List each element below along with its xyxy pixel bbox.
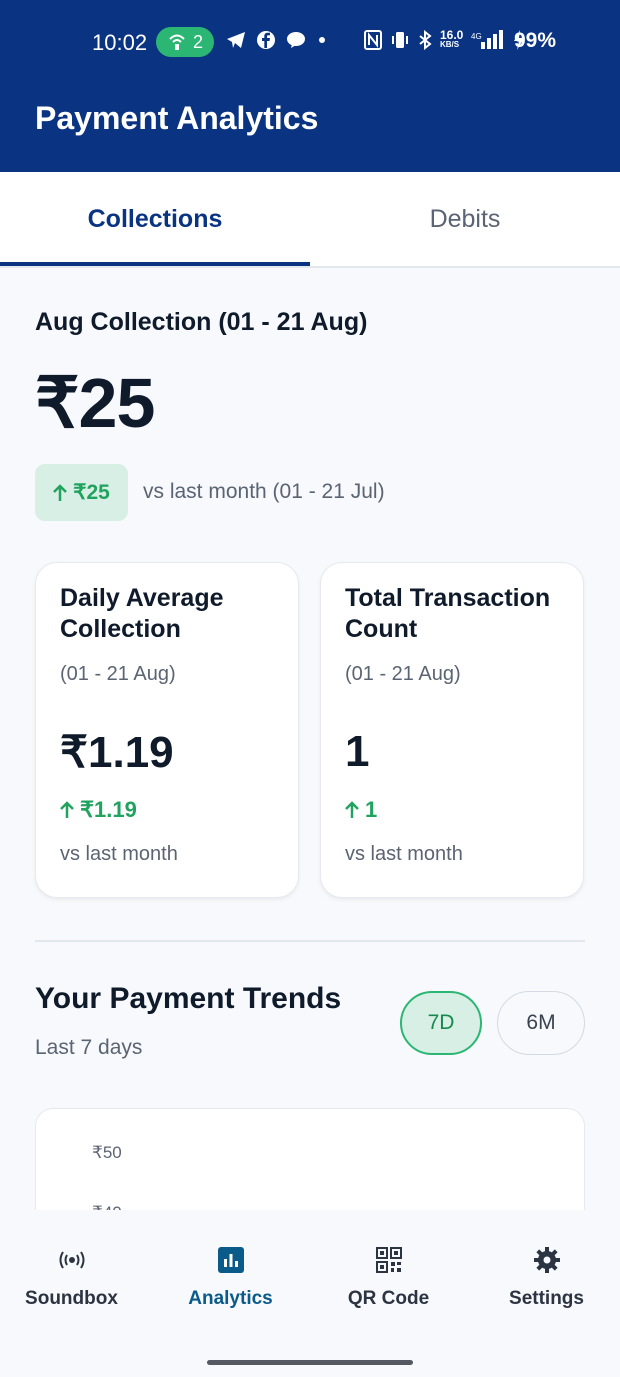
card-change-value: 1 <box>365 797 378 822</box>
hotspot-indicator: 2 <box>156 27 214 57</box>
hotspot-count: 2 <box>192 31 203 52</box>
nfc-icon <box>364 30 382 50</box>
card-value: 1 <box>345 727 370 776</box>
qr-code-icon <box>311 1240 466 1280</box>
telegram-icon <box>227 32 245 48</box>
arrow-up-icon <box>345 801 359 818</box>
section-divider <box>35 940 585 942</box>
card-title: Total Transaction Count <box>345 584 551 643</box>
card-title: Daily Average Collection <box>60 584 224 643</box>
vibrate-icon <box>392 32 408 48</box>
bluetooth-icon <box>419 30 432 50</box>
y-tick-label: ₹50 <box>92 1143 122 1162</box>
status-bar: 10:02 2 16.0 KB/S 4G 99% <box>0 0 620 84</box>
collection-title: Aug Collection (01 - 21 Aug) <box>35 308 368 336</box>
app-bar: Payment Analytics <box>0 84 620 172</box>
svg-text:4G: 4G <box>471 32 482 41</box>
nav-label: QR Code <box>347 1288 430 1309</box>
card-value: ₹1.19 <box>60 728 174 777</box>
status-time: 10:02 <box>92 30 148 55</box>
system-icons: 16.0 KB/S 4G <box>364 28 525 50</box>
collection-change-badge: ₹25 <box>35 464 128 521</box>
signal-icon: 4G <box>471 30 504 49</box>
tab-indicator <box>0 262 310 266</box>
daily-average-card: Daily Average Collection (01 - 21 Aug) ₹… <box>35 562 299 898</box>
notification-icons <box>226 30 328 50</box>
card-period: (01 - 21 Aug) <box>345 663 461 685</box>
hotspot-icon <box>169 34 185 50</box>
home-indicator[interactable] <box>207 1360 413 1365</box>
card-change: ₹1.19 <box>60 797 137 823</box>
trends-title: Your Payment Trends <box>35 982 342 1015</box>
card-vs: vs last month <box>60 843 178 865</box>
chat-icon <box>287 32 305 48</box>
range-7d-button[interactable]: 7D <box>400 991 482 1055</box>
net-speed: 16.0 KB/S <box>440 28 464 49</box>
range-6m-button[interactable]: 6M <box>497 991 585 1055</box>
card-change: 1 <box>345 797 377 823</box>
collection-comparison: vs last month (01 - 21 Jul) <box>143 480 385 503</box>
soundbox-icon <box>0 1240 149 1280</box>
collection-change-value: ₹25 <box>73 481 110 504</box>
collection-amount: ₹25 <box>35 364 155 442</box>
arrow-up-icon <box>53 483 68 501</box>
nav-label: Settings <box>509 1288 584 1309</box>
tab-bar: Collections Debits <box>0 172 620 268</box>
arrow-up-icon <box>60 801 74 818</box>
card-change-value: ₹1.19 <box>80 797 137 822</box>
card-period: (01 - 21 Aug) <box>60 663 176 685</box>
dot-icon <box>319 37 325 43</box>
trends-subtitle: Last 7 days <box>35 1036 143 1059</box>
battery-level: 99% <box>514 29 557 52</box>
nav-label: Analytics <box>188 1288 273 1309</box>
nav-label: Soundbox <box>25 1288 118 1309</box>
nav-settings[interactable]: Settings <box>469 1240 620 1310</box>
transaction-count-card: Total Transaction Count (01 - 21 Aug) 1 … <box>320 562 584 898</box>
analytics-icon <box>153 1240 308 1280</box>
facebook-icon <box>257 31 275 49</box>
card-vs: vs last month <box>345 843 463 865</box>
page-title: Payment Analytics <box>35 100 319 136</box>
bottom-nav: Soundbox Analytics QR Code Settings <box>0 1210 620 1377</box>
gear-icon <box>469 1240 620 1280</box>
nav-analytics[interactable]: Analytics <box>153 1240 308 1310</box>
tab-debits[interactable]: Debits <box>310 172 620 266</box>
nav-qr-code[interactable]: QR Code <box>311 1240 466 1310</box>
nav-soundbox[interactable]: Soundbox <box>0 1240 149 1310</box>
tab-collections[interactable]: Collections <box>0 172 310 266</box>
